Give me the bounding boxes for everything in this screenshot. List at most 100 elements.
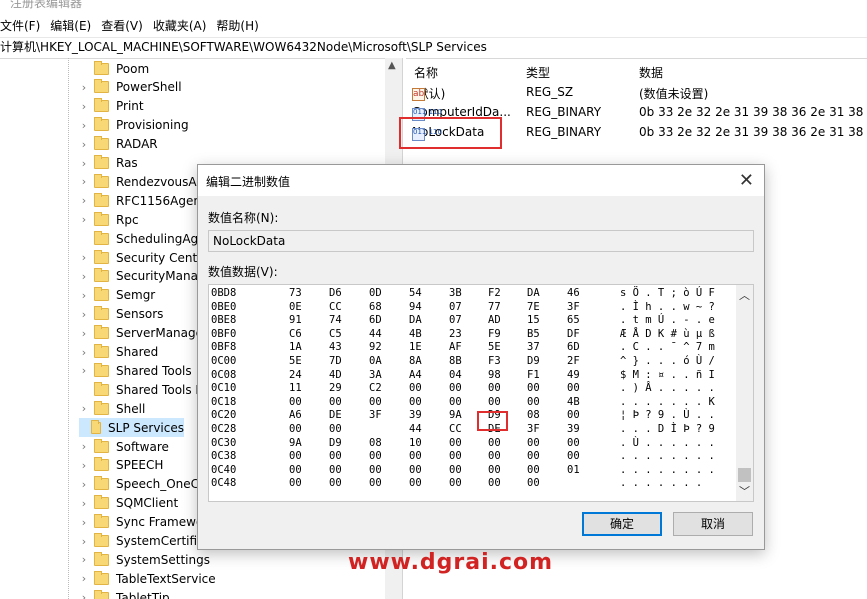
tree-item[interactable]: › Shell — [79, 399, 145, 418]
tree-item[interactable]: › ServerManager — [79, 324, 208, 343]
hex-byte[interactable]: 5E — [289, 355, 302, 367]
tree-item[interactable]: SLP Services — [79, 418, 184, 438]
hex-byte[interactable]: 44 — [369, 328, 382, 340]
hex-byte[interactable]: A6 — [289, 409, 302, 421]
hex-byte[interactable]: D9 — [527, 355, 540, 367]
chevron-right-icon[interactable]: › — [79, 497, 89, 510]
hex-byte[interactable]: 00 — [369, 450, 382, 462]
chevron-down-icon[interactable]: ﹀ — [739, 483, 750, 499]
hex-byte[interactable]: 0D — [369, 287, 382, 299]
hex-byte[interactable]: 00 — [329, 396, 342, 408]
tree-item[interactable]: › TableTextService — [79, 569, 216, 588]
chevron-right-icon[interactable]: › — [79, 516, 89, 529]
hex-byte[interactable]: 0A — [369, 355, 382, 367]
hex-byte[interactable]: 4D — [329, 369, 342, 381]
hex-byte[interactable]: 00 — [409, 477, 422, 489]
hex-byte[interactable]: F3 — [488, 355, 501, 367]
hex-byte[interactable]: F9 — [488, 328, 501, 340]
tree-item[interactable]: › Security Center — [79, 248, 209, 267]
hex-byte[interactable]: DA — [527, 287, 540, 299]
hex-byte[interactable]: 44 — [409, 423, 422, 435]
hex-byte[interactable]: 92 — [369, 341, 382, 353]
hex-byte[interactable]: 8A — [409, 355, 422, 367]
hex-byte[interactable]: 00 — [409, 396, 422, 408]
hex-byte[interactable]: 00 — [527, 464, 540, 476]
chevron-right-icon[interactable]: › — [79, 175, 89, 188]
chevron-right-icon[interactable]: › — [79, 270, 89, 283]
hex-byte[interactable]: 00 — [289, 450, 302, 462]
hex-byte[interactable]: 1E — [409, 341, 422, 353]
hex-byte[interactable]: 37 — [527, 341, 540, 353]
hex-byte[interactable]: 00 — [449, 464, 462, 476]
hex-byte[interactable]: 00 — [409, 450, 422, 462]
tree-item[interactable]: › Shared Tools — [79, 361, 192, 380]
tree-item[interactable]: › PowerShell — [79, 78, 182, 97]
hex-byte[interactable]: 2F — [567, 355, 580, 367]
hex-byte[interactable]: 00 — [527, 477, 540, 489]
tree-item[interactable]: › TabletTip — [79, 588, 170, 599]
hex-byte[interactable]: 3F — [527, 423, 540, 435]
hex-byte[interactable]: 54 — [409, 287, 422, 299]
column-header-type[interactable]: 类型 — [526, 64, 550, 81]
hex-byte[interactable]: 04 — [449, 369, 462, 381]
hex-byte[interactable]: 00 — [488, 464, 501, 476]
hex-byte[interactable]: 77 — [488, 301, 501, 313]
list-row[interactable]: ab (默认) REG_SZ (数值未设置) — [405, 82, 867, 102]
tree-item[interactable]: › Software — [79, 437, 169, 456]
hex-byte[interactable]: 00 — [329, 464, 342, 476]
hex-byte[interactable]: 6D — [369, 314, 382, 326]
chevron-up-icon[interactable]: ︿ — [739, 287, 750, 303]
chevron-right-icon[interactable]: › — [79, 213, 89, 226]
hex-byte[interactable]: 39 — [567, 423, 580, 435]
ok-button[interactable]: 确定 — [582, 512, 662, 536]
hex-byte[interactable]: 00 — [527, 382, 540, 394]
menu-item[interactable]: 编辑(E) — [50, 14, 97, 36]
tree-item[interactable]: › RendezvousApp — [79, 172, 212, 191]
hex-byte[interactable]: 07 — [449, 314, 462, 326]
menu-item[interactable]: 查看(V) — [101, 14, 149, 36]
tree-item[interactable]: Poom — [79, 59, 149, 78]
tree-item[interactable]: › RADAR — [79, 135, 158, 154]
chevron-right-icon[interactable]: › — [79, 591, 89, 599]
hex-byte[interactable]: D6 — [329, 287, 342, 299]
chevron-right-icon[interactable]: › — [79, 346, 89, 359]
scroll-up-icon[interactable]: ▲ — [388, 60, 396, 71]
chevron-right-icon[interactable]: › — [79, 157, 89, 170]
hex-byte[interactable]: F1 — [527, 369, 540, 381]
hex-byte[interactable]: 00 — [289, 423, 302, 435]
hex-byte[interactable]: A4 — [409, 369, 422, 381]
hex-byte[interactable]: 7E — [527, 301, 540, 313]
chevron-right-icon[interactable]: › — [79, 289, 89, 302]
hex-byte[interactable]: 00 — [329, 423, 342, 435]
hex-byte[interactable]: 00 — [567, 382, 580, 394]
chevron-right-icon[interactable]: › — [79, 440, 89, 453]
chevron-right-icon[interactable]: › — [79, 402, 89, 415]
hex-byte[interactable]: 74 — [329, 314, 342, 326]
tree-item[interactable]: › SQMClient — [79, 494, 178, 513]
hex-byte[interactable]: 68 — [369, 301, 382, 313]
hex-byte[interactable]: C2 — [369, 382, 382, 394]
hex-byte[interactable]: 65 — [567, 314, 580, 326]
address-bar[interactable]: 计算机\HKEY_LOCAL_MACHINE\SOFTWARE\WOW6432N… — [0, 37, 867, 59]
hex-byte[interactable]: 4B — [409, 328, 422, 340]
value-name-field[interactable]: NoLockData — [208, 230, 754, 252]
hex-byte[interactable]: 1A — [289, 341, 302, 353]
chevron-right-icon[interactable]: › — [79, 81, 89, 94]
hex-byte[interactable]: 00 — [289, 396, 302, 408]
hex-byte[interactable]: 00 — [449, 450, 462, 462]
scroll-thumb[interactable] — [738, 468, 751, 482]
chevron-right-icon[interactable]: › — [79, 327, 89, 340]
tree-item[interactable]: › Sync Framework — [79, 513, 215, 532]
hex-byte[interactable]: 91 — [289, 314, 302, 326]
hex-byte[interactable]: 00 — [449, 382, 462, 394]
hex-byte[interactable]: 01 — [567, 464, 580, 476]
hex-byte[interactable]: 9A — [449, 409, 462, 421]
hex-byte[interactable]: 00 — [527, 450, 540, 462]
tree-item[interactable]: › Shared — [79, 343, 158, 362]
tree-item[interactable]: › SystemSettings — [79, 550, 210, 569]
hex-byte[interactable]: 00 — [488, 477, 501, 489]
tree-item[interactable]: › Sensors — [79, 305, 163, 324]
hex-byte[interactable]: 00 — [369, 464, 382, 476]
hex-byte[interactable]: 08 — [369, 437, 382, 449]
tree-item[interactable]: › SPEECH — [79, 456, 163, 475]
